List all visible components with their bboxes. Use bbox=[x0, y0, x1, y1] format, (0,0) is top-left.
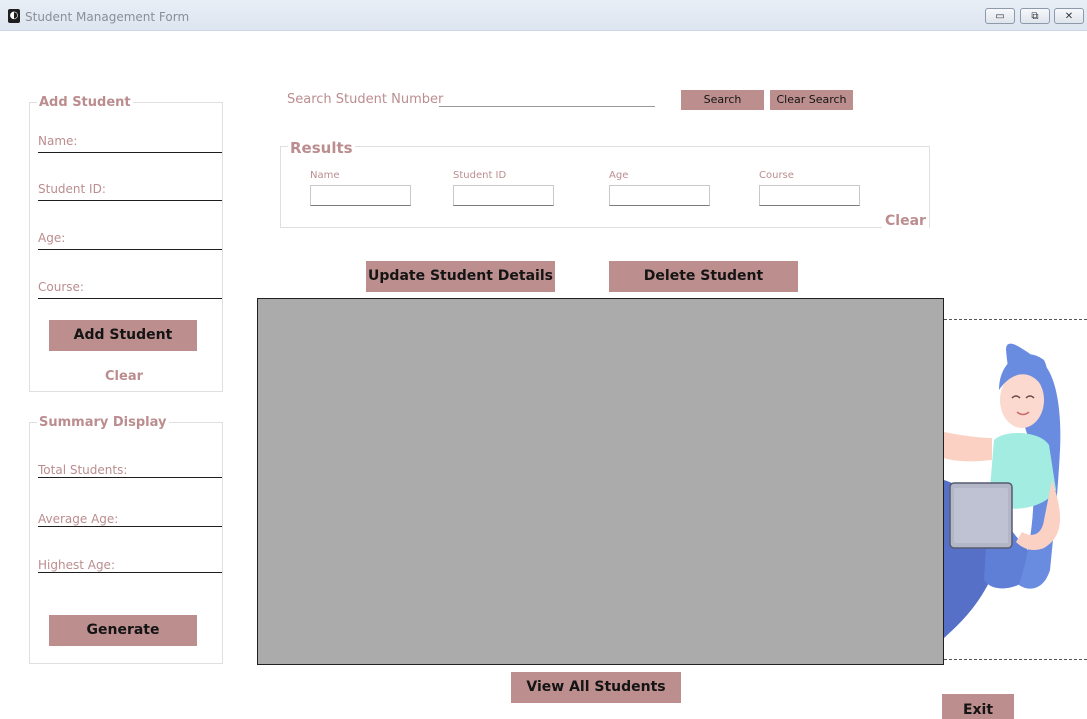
delete-student-button[interactable]: Delete Student bbox=[609, 261, 798, 292]
add-student-button[interactable]: Add Student bbox=[49, 320, 197, 351]
age-label: Age: bbox=[38, 231, 66, 245]
app-icon: ◐ bbox=[8, 9, 20, 23]
name-field[interactable] bbox=[38, 152, 222, 153]
minimize-button[interactable]: ▭ bbox=[985, 8, 1015, 24]
update-student-button[interactable]: Update Student Details bbox=[366, 261, 555, 292]
add-student-panel: Add Student Name: Student ID: Age: Cours… bbox=[29, 95, 223, 392]
age-field[interactable] bbox=[38, 249, 222, 250]
student-id-label: Student ID: bbox=[38, 182, 106, 196]
maximize-button[interactable]: ⧉ bbox=[1020, 8, 1050, 24]
results-course-field[interactable] bbox=[759, 185, 860, 206]
results-age-field[interactable] bbox=[609, 185, 710, 206]
close-button[interactable]: ✕ bbox=[1054, 8, 1084, 24]
view-all-students-button[interactable]: View All Students bbox=[511, 672, 681, 703]
students-table[interactable] bbox=[257, 298, 944, 665]
search-label: Search Student Number bbox=[287, 92, 444, 107]
generate-button[interactable]: Generate bbox=[49, 615, 197, 646]
student-id-field[interactable] bbox=[38, 200, 222, 201]
results-age-label: Age bbox=[609, 170, 629, 181]
title-bar: ◐ Student Management Form ▭ ⧉ ✕ bbox=[0, 0, 1087, 31]
results-student-id-label: Student ID bbox=[453, 170, 507, 181]
summary-display-panel: Summary Display Total Students: Average … bbox=[29, 415, 223, 664]
search-button[interactable]: Search bbox=[681, 90, 764, 110]
search-input[interactable] bbox=[439, 88, 655, 107]
total-students-label: Total Students: bbox=[38, 463, 128, 477]
average-age-field bbox=[38, 526, 222, 527]
results-name-label: Name bbox=[310, 170, 340, 181]
results-clear-link[interactable]: Clear bbox=[882, 213, 929, 229]
summary-display-legend: Summary Display bbox=[37, 415, 169, 430]
name-label: Name: bbox=[38, 134, 78, 148]
window-title: Student Management Form bbox=[25, 10, 190, 24]
results-legend: Results bbox=[288, 139, 355, 157]
results-student-id-field[interactable] bbox=[453, 185, 554, 206]
highest-age-label: Highest Age: bbox=[38, 558, 115, 572]
add-student-clear-link[interactable]: Clear bbox=[105, 369, 143, 384]
total-students-field bbox=[38, 477, 222, 478]
add-student-legend: Add Student bbox=[37, 95, 133, 110]
highest-age-field bbox=[38, 572, 222, 573]
exit-button[interactable]: Exit bbox=[942, 694, 1014, 719]
clear-search-button[interactable]: Clear Search bbox=[770, 90, 853, 110]
results-course-label: Course bbox=[759, 170, 794, 181]
course-field[interactable] bbox=[38, 298, 222, 299]
results-name-field[interactable] bbox=[310, 185, 411, 206]
course-label: Course: bbox=[38, 280, 84, 294]
average-age-label: Average Age: bbox=[38, 512, 119, 526]
student-with-laptop-illustration-icon bbox=[944, 343, 1061, 638]
